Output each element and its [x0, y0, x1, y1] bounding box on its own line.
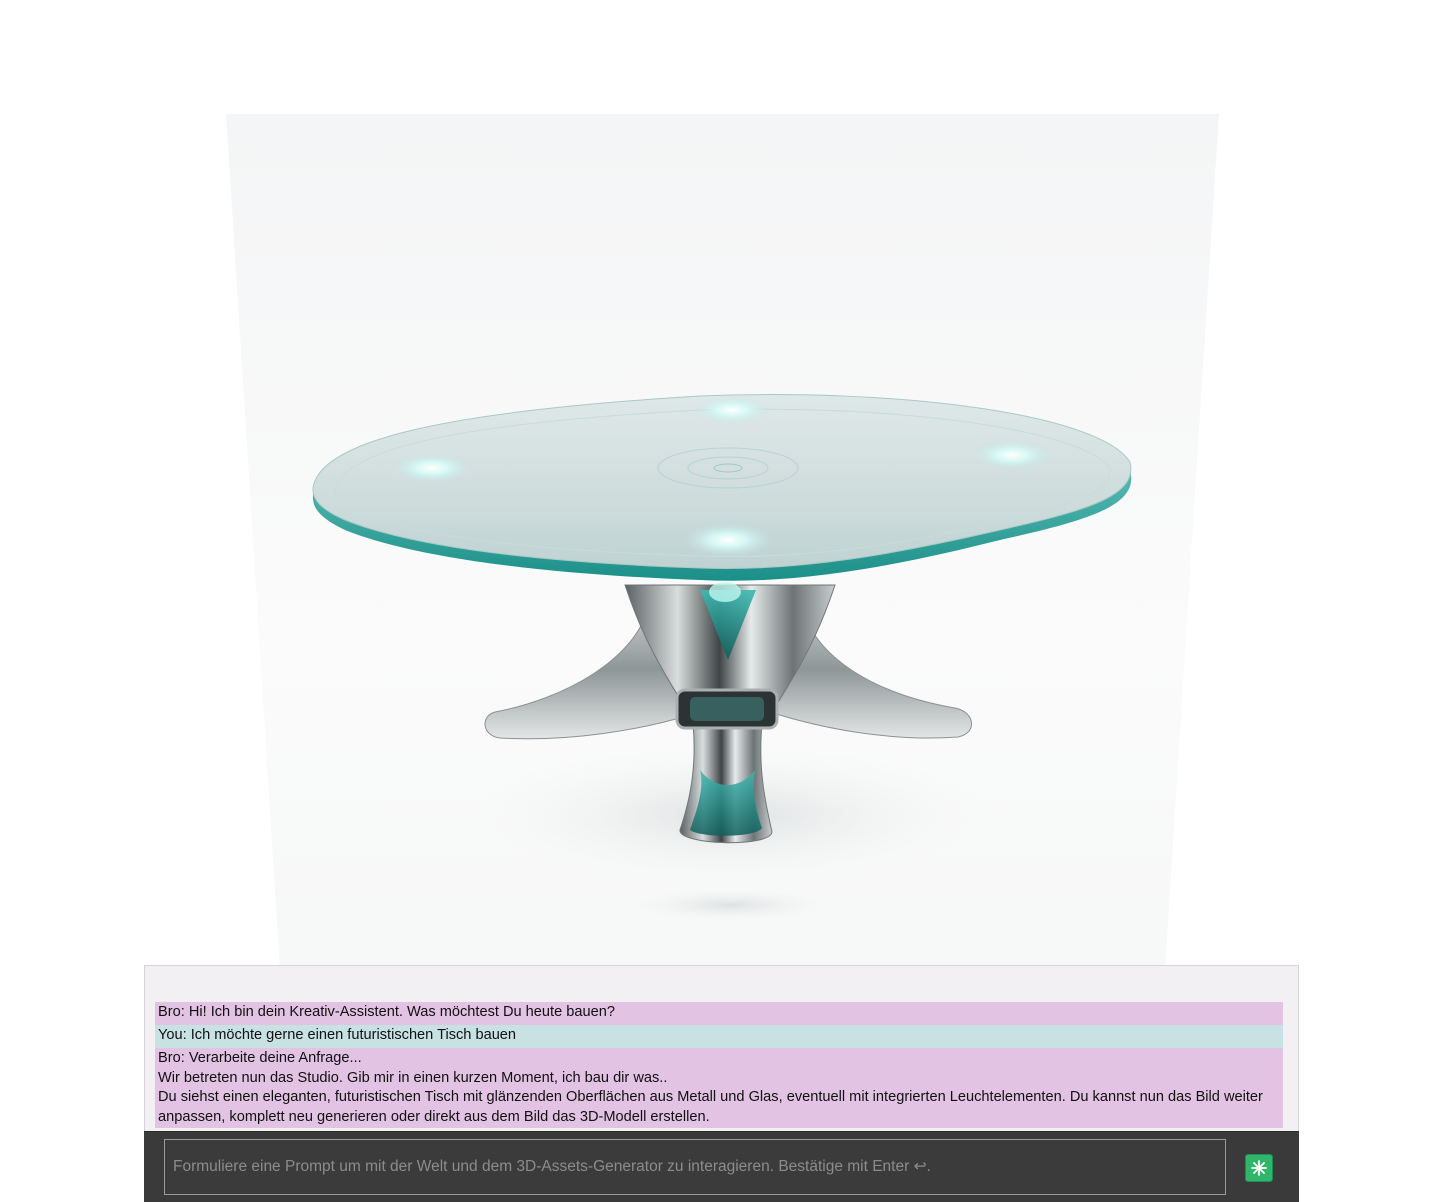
generated-image[interactable] [0, 0, 1445, 1000]
chat-message-text: Bro: Hi! Ich bin dein Kreativ-Assistent.… [158, 1004, 615, 1020]
prompt-bar [144, 1131, 1299, 1202]
send-button[interactable] [1245, 1154, 1273, 1182]
studio-view: Bro: Hi! Ich bin dein Kreativ-Assistent.… [0, 0, 1445, 1202]
chat-message-text: You: Ich möchte gerne einen futuristisch… [158, 1027, 517, 1043]
chat-log: Bro: Hi! Ich bin dein Kreativ-Assistent.… [144, 965, 1299, 1131]
sparkle-icon [1251, 1160, 1267, 1176]
chat-message-bot: Bro: Verarbeite deine Anfrage... Wir bet… [155, 1048, 1283, 1128]
chat-message-bot: Bro: Hi! Ich bin dein Kreativ-Assistent.… [155, 1002, 1283, 1025]
chat-message-user: You: Ich möchte gerne einen futuristisch… [155, 1025, 1283, 1048]
prompt-input[interactable] [164, 1139, 1226, 1195]
chat-message-text: Du siehst einen eleganten, futuristische… [158, 1089, 1263, 1125]
chat-message-text: Wir betreten nun das Studio. Gib mir in … [158, 1069, 668, 1086]
chat-message-text: Bro: Verarbeite deine Anfrage... [158, 1050, 362, 1066]
table-render [226, 114, 1219, 1000]
